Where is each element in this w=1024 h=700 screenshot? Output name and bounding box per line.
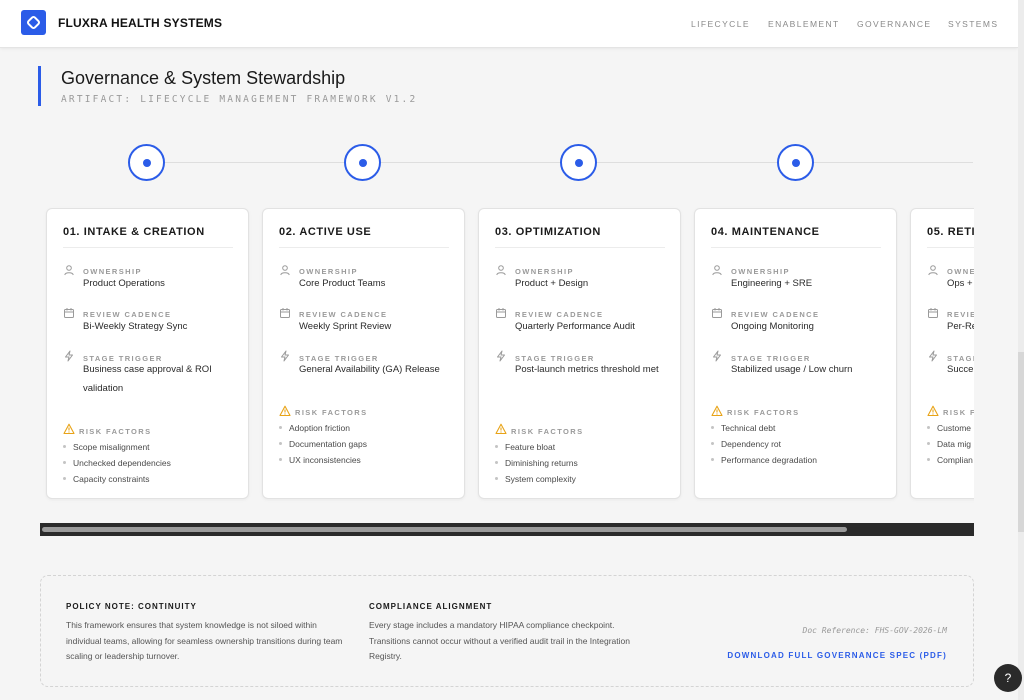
user-icon [496,265,506,276]
review-cadence-value: Ongoing Monitoring [731,321,814,332]
risk-item: Custome [927,423,971,433]
risk-factors-label: RISK FACTORS [943,408,974,417]
calendar-icon [712,308,722,318]
user-icon [64,265,74,276]
card-divider [927,247,974,248]
stage-title: 02. ACTIVE USE [279,226,372,238]
risk-factors-label: RISK FACTORS [295,408,368,417]
title-accent-bar [38,66,41,106]
ownership-value: Product + Design [515,278,589,289]
risk-factors-label: RISK FACTORS [511,427,584,436]
top-navigation-bar: FLUXRA HEALTH SYSTEMS LIFECYCLE ENABLEME… [0,0,1018,48]
stage-card-optimization: 03. OPTIMIZATION OWNERSHIP Product + Des… [478,208,681,499]
risk-factors-label: RISK FACTORS [727,408,800,417]
review-cadence-value: Bi-Weekly Strategy Sync [83,321,188,332]
bolt-icon [281,350,289,362]
stage-title: 05. RETI [927,226,974,238]
stage-cards-scroller[interactable]: 01. INTAKE & CREATION OWNERSHIP Product … [40,200,974,510]
review-cadence-value: Weekly Sprint Review [299,321,392,332]
card-divider [279,247,449,248]
review-cadence-value: Quarterly Performance Audit [515,321,635,332]
nav-link-lifecycle[interactable]: LIFECYCLE [691,19,750,29]
user-icon [280,265,290,276]
compliance-text: Every stage includes a mandatory HIPAA c… [369,620,630,661]
ownership-value: Engineering + SRE [731,278,813,289]
risk-item: Technical debt [711,423,775,433]
risk-item: System complexity [495,474,576,484]
user-icon [928,265,938,276]
horizontal-scrollbar[interactable] [40,523,974,536]
risk-item: Documentation gaps [279,439,367,449]
calendar-icon [496,308,506,318]
stage-card-retirement: 05. RETI OWNERSHIP Ops + REVIEW CADENCE … [910,208,974,499]
stage-card-maintenance: 04. MAINTENANCE OWNERSHIP Engineering + … [694,208,897,499]
risk-item: Adoption friction [279,423,350,433]
ownership-value: Ops + [947,278,973,289]
risk-item: Capacity constraints [63,474,150,484]
card-divider [711,247,881,248]
warning-icon [711,405,723,417]
policy-note-text: This framework ensures that system knowl… [66,620,343,661]
stage-trigger-value: Succe [947,364,974,375]
user-icon [712,265,722,276]
timeline-node-1[interactable] [128,144,165,181]
warning-icon [279,405,291,417]
bolt-icon [929,350,937,362]
warning-icon [63,423,75,435]
ownership-value: Core Product Teams [299,278,386,289]
nav-link-enablement[interactable]: ENABLEMENT [768,19,840,29]
stage-title: 04. MAINTENANCE [711,226,820,238]
stage-title: 01. INTAKE & CREATION [63,226,205,238]
page-scrollbar[interactable] [1018,0,1024,700]
footer-notes-panel: POLICY NOTE: CONTINUITY This framework e… [40,575,974,687]
card-divider [495,247,665,248]
timeline-node-2[interactable] [344,144,381,181]
risk-item: Scope misalignment [63,442,150,452]
risk-item: Diminishing returns [495,458,578,468]
timeline-node-4[interactable] [777,144,814,181]
risk-item: Performance degradation [711,455,817,465]
policy-note-heading: POLICY NOTE: CONTINUITY [66,602,197,611]
ownership-value: Product Operations [83,278,165,289]
bolt-icon [65,350,73,362]
warning-icon [495,423,507,435]
risk-item: Data mig [927,439,971,449]
page-title: Governance & System Stewardship [61,68,346,88]
stage-trigger-value: Post-launch metrics threshold met [515,364,659,375]
horizontal-scrollbar-thumb[interactable] [42,527,847,532]
risk-item: Complian [927,455,973,465]
risk-item: Feature bloat [495,442,555,452]
timeline-node-3[interactable] [560,144,597,181]
risk-factors-label: RISK FACTORS [79,427,152,436]
bolt-icon [497,350,505,362]
card-divider [63,247,233,248]
stage-trigger-value: Business case approval & ROI validation [83,364,212,394]
stage-card-active-use: 02. ACTIVE USE OWNERSHIP Core Product Te… [262,208,465,499]
brand-logo-icon[interactable] [21,10,46,35]
calendar-icon [64,308,74,318]
calendar-icon [928,308,938,318]
artifact-subtitle: ARTIFACT: LIFECYCLE MANAGEMENT FRAMEWORK… [61,94,418,105]
nav-link-systems[interactable]: SYSTEMS [948,19,998,29]
stage-trigger-value: Stabilized usage / Low churn [731,364,853,375]
page-scrollbar-thumb[interactable] [1018,352,1024,532]
stage-trigger-value: General Availability (GA) Release [299,364,440,375]
download-spec-link[interactable]: DOWNLOAD FULL GOVERNANCE SPEC (PDF) [727,651,947,660]
risk-item: Dependency rot [711,439,781,449]
nav-link-governance[interactable]: GOVERNANCE [857,19,931,29]
stage-title: 03. OPTIMIZATION [495,226,601,238]
stage-card-intake: 01. INTAKE & CREATION OWNERSHIP Product … [46,208,249,499]
help-button[interactable]: ? [994,664,1022,692]
doc-reference: Doc Reference: FHS-GOV-2026-LM [802,626,948,635]
brand-name: FLUXRA HEALTH SYSTEMS [58,16,223,30]
bolt-icon [713,350,721,362]
risk-item: UX inconsistencies [279,455,361,465]
calendar-icon [280,308,290,318]
warning-icon [927,405,939,417]
compliance-heading: COMPLIANCE ALIGNMENT [369,602,493,611]
review-cadence-value: Per-Re [947,321,974,332]
risk-item: Unchecked dependencies [63,458,171,468]
